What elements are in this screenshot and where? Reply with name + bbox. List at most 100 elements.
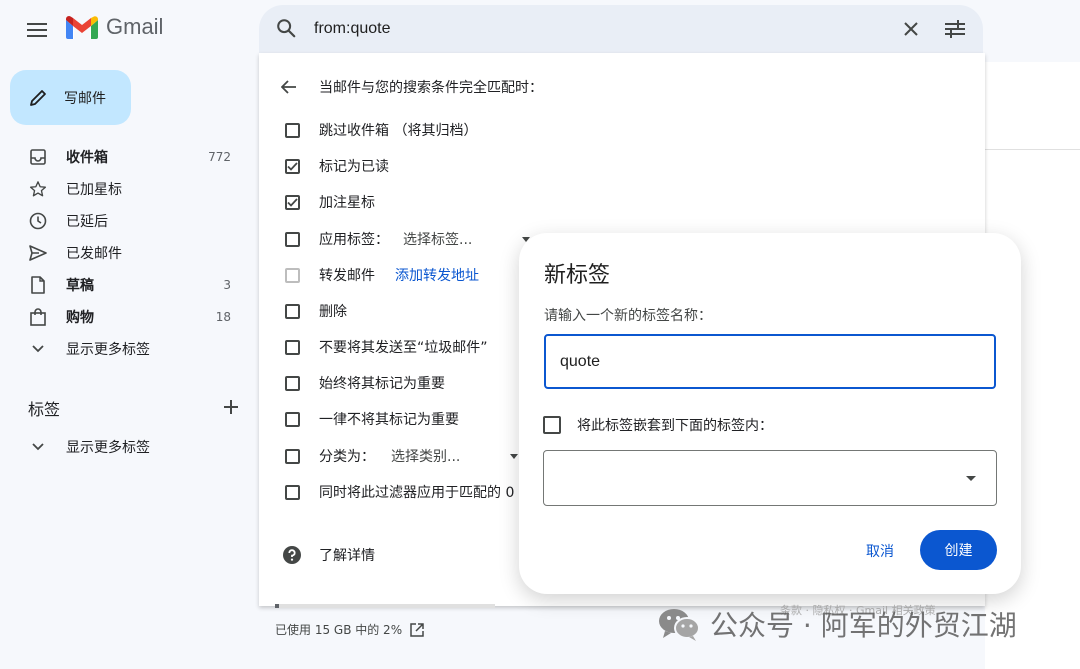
checkbox[interactable] bbox=[285, 303, 300, 319]
label-name-input[interactable] bbox=[544, 334, 996, 389]
checkbox-checked[interactable] bbox=[285, 194, 300, 210]
filter-option-forward[interactable]: 转发邮件 添加转发地址 bbox=[285, 263, 479, 287]
sidebar-item-snoozed[interactable]: 已延后 bbox=[0, 205, 245, 237]
checkbox[interactable] bbox=[285, 122, 300, 138]
sidebar-item-drafts[interactable]: 草稿 3 bbox=[0, 269, 245, 301]
filter-option-label: 标记为已读 bbox=[319, 159, 389, 175]
gmail-m-icon bbox=[66, 16, 98, 39]
sidebar-item-label: 收件箱 bbox=[66, 150, 108, 166]
clock-icon bbox=[28, 211, 48, 231]
checkbox[interactable] bbox=[285, 411, 300, 427]
watermark-text: 公众号 · 阿军的外贸江湖 bbox=[710, 609, 1017, 642]
labels-list: 显示更多标签 bbox=[0, 431, 245, 463]
sidebar-item-starred[interactable]: 已加星标 bbox=[0, 173, 245, 205]
storage-usage: 已使用 15 GB 中的 2% bbox=[275, 621, 424, 638]
filter-option-never-spam[interactable]: 不要将其发送至“垃圾邮件” bbox=[285, 335, 488, 359]
filter-option-apply-label[interactable]: 应用标签： 选择标签... bbox=[285, 227, 530, 251]
search-bar bbox=[259, 5, 983, 53]
filter-option-label: 不要将其发送至“垃圾邮件” bbox=[319, 340, 488, 356]
filter-option-always-important[interactable]: 始终将其标记为重要 bbox=[285, 371, 445, 395]
learn-more-label: 了解详情 bbox=[319, 548, 375, 564]
label-select[interactable]: 选择标签... bbox=[403, 229, 530, 249]
dialog-prompt: 请输入一个新的标签名称： bbox=[544, 308, 712, 324]
create-button[interactable]: 创建 bbox=[920, 530, 997, 570]
shopping-icon bbox=[28, 307, 48, 327]
checkmark-icon bbox=[287, 161, 298, 171]
search-options-icon[interactable] bbox=[943, 17, 967, 41]
sidebar-nav: 收件箱 772 已加星标 已延后 已发邮件 草稿 3 购物 18 显示更多标签 bbox=[0, 141, 245, 365]
wechat-icon bbox=[659, 609, 700, 641]
learn-more-link[interactable]: 了解详情 bbox=[283, 545, 375, 565]
storage-usage-text: 已使用 15 GB 中的 2% bbox=[275, 623, 403, 637]
sidebar-item-label: 已延后 bbox=[66, 214, 108, 230]
checkmark-icon bbox=[287, 197, 298, 207]
sidebar-item-count: 772 bbox=[208, 150, 231, 164]
sidebar-item-shopping[interactable]: 购物 18 bbox=[0, 301, 245, 333]
chevron-down-icon bbox=[28, 339, 48, 359]
compose-button[interactable]: 写邮件 bbox=[10, 70, 131, 125]
filter-option-never-important[interactable]: 一律不将其标记为重要 bbox=[285, 407, 459, 431]
nest-label-checkbox[interactable] bbox=[543, 416, 561, 434]
parent-label-select[interactable] bbox=[543, 450, 997, 506]
dialog-title: 新标签 bbox=[544, 263, 611, 288]
checkbox[interactable] bbox=[285, 375, 300, 391]
compose-label: 写邮件 bbox=[64, 90, 106, 107]
checkbox-checked[interactable] bbox=[285, 158, 300, 174]
filter-header-text: 当邮件与您的搜索条件完全匹配时： bbox=[319, 80, 543, 96]
cancel-button[interactable]: 取消 bbox=[854, 531, 906, 571]
sidebar-item-label: 显示更多标签 bbox=[66, 440, 150, 456]
sidebar-item-label: 草稿 bbox=[66, 278, 94, 294]
filter-option-delete[interactable]: 删除 bbox=[285, 299, 347, 323]
help-icon bbox=[283, 546, 301, 564]
label-select-value: 选择标签... bbox=[403, 232, 473, 248]
back-arrow-icon[interactable] bbox=[281, 80, 305, 94]
send-icon bbox=[28, 243, 48, 263]
add-forwarding-address-link[interactable]: 添加转发地址 bbox=[395, 265, 479, 285]
labels-show-more[interactable]: 显示更多标签 bbox=[0, 431, 245, 463]
storage-usage-fill bbox=[275, 604, 280, 608]
filter-header: 当邮件与您的搜索条件完全匹配时： bbox=[281, 75, 543, 99]
filter-option-mark-read[interactable]: 标记为已读 bbox=[285, 154, 389, 178]
inbox-icon bbox=[28, 147, 48, 167]
labels-title: 标签 bbox=[28, 400, 61, 419]
category-select[interactable]: 选择类别... bbox=[391, 446, 518, 466]
filter-option-apply-existing[interactable]: 同时将此过滤器应用于匹配的 0 bbox=[285, 480, 514, 504]
category-select-value: 选择类别... bbox=[391, 449, 461, 465]
filter-option-star[interactable]: 加注星标 bbox=[285, 190, 375, 214]
search-input[interactable] bbox=[314, 17, 874, 41]
search-icon[interactable] bbox=[275, 17, 297, 43]
checkbox-disabled bbox=[285, 267, 300, 283]
dropdown-arrow-icon bbox=[966, 476, 976, 481]
checkbox[interactable] bbox=[285, 231, 300, 247]
gmail-logo[interactable]: Gmail bbox=[66, 14, 163, 40]
checkbox[interactable] bbox=[285, 339, 300, 355]
filter-option-label: 始终将其标记为重要 bbox=[319, 376, 445, 392]
sidebar-item-sent[interactable]: 已发邮件 bbox=[0, 237, 245, 269]
add-label-icon[interactable] bbox=[224, 399, 238, 418]
star-icon bbox=[28, 179, 48, 199]
sidebar-item-label: 购物 bbox=[66, 310, 94, 326]
filter-option-label: 跳过收件箱 （将其归档） bbox=[319, 123, 478, 139]
sidebar-item-count: 18 bbox=[215, 310, 231, 324]
filter-option-label: 删除 bbox=[319, 304, 347, 320]
sidebar-item-label: 已发邮件 bbox=[66, 246, 122, 262]
labels-section-header: 标签 bbox=[28, 396, 238, 420]
checkbox[interactable] bbox=[285, 484, 300, 500]
filter-option-skip-inbox[interactable]: 跳过收件箱 （将其归档） bbox=[285, 118, 477, 142]
checkbox[interactable] bbox=[285, 448, 300, 464]
filter-option-label: 分类为： bbox=[319, 449, 375, 465]
nest-label-option[interactable]: 将此标签嵌套到下面的标签内： bbox=[543, 415, 773, 435]
hamburger-menu-icon bbox=[27, 23, 47, 37]
filter-option-categorize[interactable]: 分类为： 选择类别... bbox=[285, 444, 518, 468]
main-menu-button[interactable] bbox=[22, 15, 52, 45]
sidebar-show-more[interactable]: 显示更多标签 bbox=[0, 333, 245, 365]
chevron-down-icon bbox=[28, 437, 48, 457]
sidebar-item-count: 3 bbox=[223, 278, 231, 292]
sidebar-item-inbox[interactable]: 收件箱 772 bbox=[0, 141, 245, 173]
clear-search-icon[interactable] bbox=[899, 17, 923, 41]
dropdown-arrow-icon bbox=[510, 453, 518, 459]
filter-option-label: 转发邮件 bbox=[319, 268, 375, 284]
external-link-icon[interactable] bbox=[410, 622, 424, 637]
message-list-toolbar bbox=[985, 62, 1080, 150]
filter-option-label: 同时将此过滤器应用于匹配的 0 bbox=[319, 485, 515, 501]
